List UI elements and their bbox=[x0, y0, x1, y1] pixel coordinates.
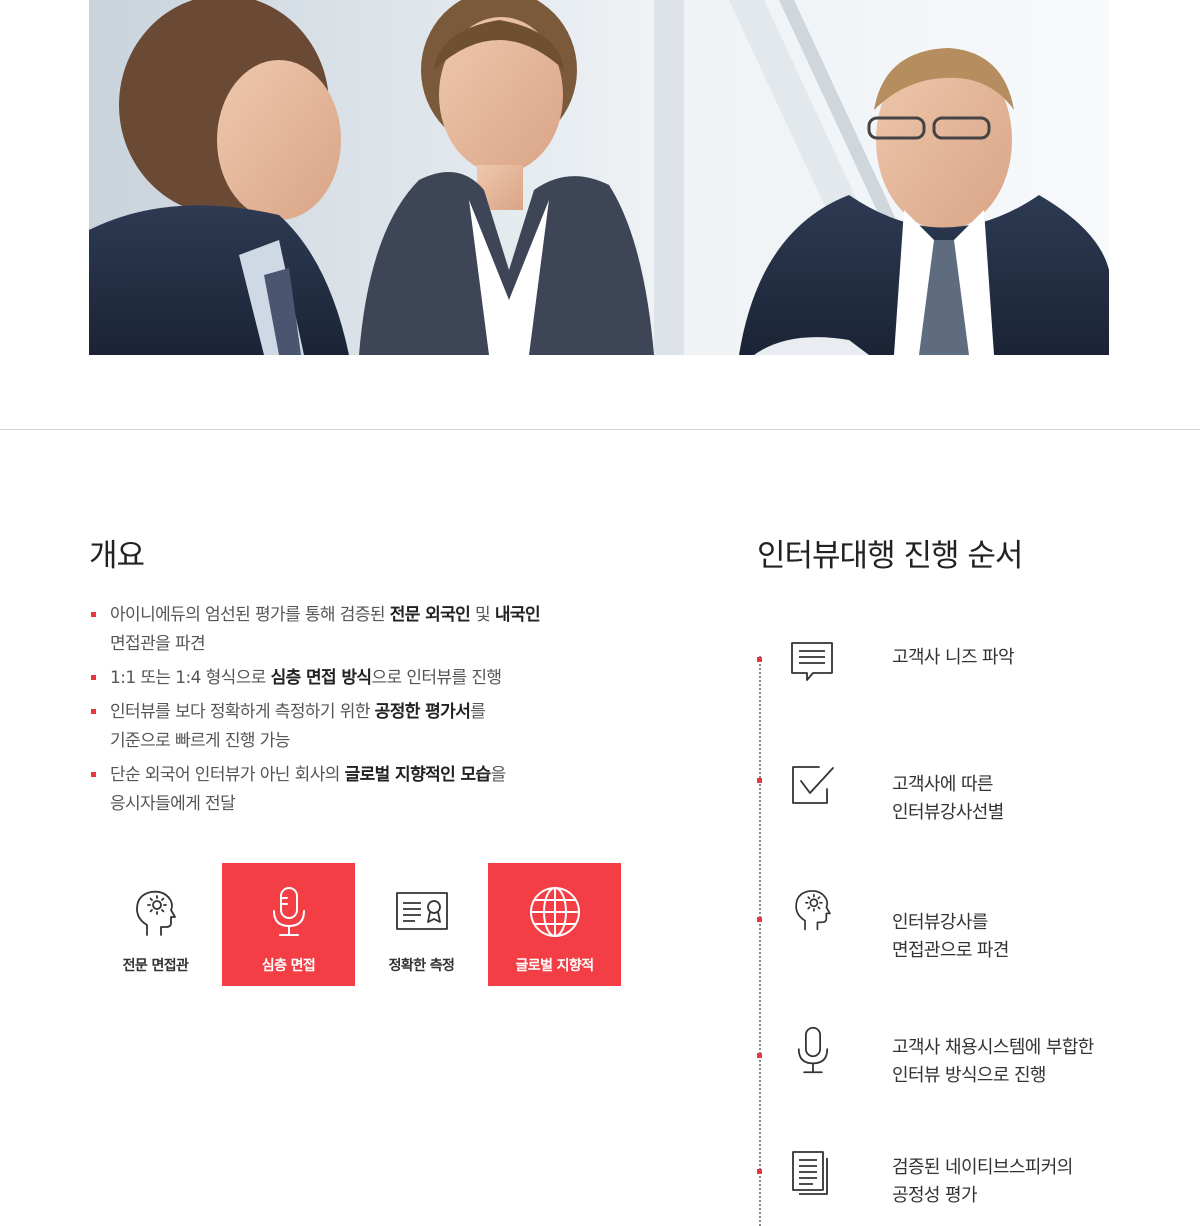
section-divider bbox=[0, 429, 1200, 430]
feature-in-depth-interview: 심층 면접 bbox=[222, 863, 355, 986]
feature-label: 심층 면접 bbox=[261, 958, 316, 974]
checkbox-icon bbox=[789, 763, 837, 811]
timeline-dot bbox=[757, 657, 762, 662]
bullet-text: 인터뷰를 보다 정확하게 측정하기 위한 bbox=[110, 702, 375, 722]
bullet-emphasis: 심층 면접 방식 bbox=[270, 668, 372, 688]
bullet-emphasis: 공정한 평가서 bbox=[374, 702, 471, 722]
bullet-text: 및 bbox=[470, 605, 495, 625]
step-text: 고객사에 따른 인터뷰강사선별 bbox=[892, 771, 1152, 827]
feature-expert-interviewer: 전문 면접관 bbox=[89, 863, 222, 986]
hero-photo bbox=[89, 0, 1109, 355]
overview-title: 개요 bbox=[89, 538, 145, 574]
timeline-dot bbox=[757, 917, 762, 922]
feature-label: 전문 면접관 bbox=[122, 958, 189, 974]
feature-global-oriented: 글로벌 지향적 bbox=[488, 863, 621, 986]
bullet-text: 아이니에듀의 엄선된 평가를 통해 검증된 bbox=[110, 605, 390, 625]
process-title: 인터뷰대행 진행 순서 bbox=[757, 538, 1023, 574]
step-line: 고객사 채용시스템에 부합한 bbox=[892, 1037, 1094, 1058]
list-item: 1:1 또는 1:4 형식으로 심층 면접 방식으로 인터뷰를 진행 bbox=[89, 664, 649, 693]
step-line: 공정성 평가 bbox=[892, 1185, 978, 1206]
feature-accurate-measurement: 정확한 측정 bbox=[355, 863, 488, 986]
feature-row: 전문 면접관 심층 면접 정확한 측정 글로벌 지향적 bbox=[89, 863, 621, 986]
overview-bullet-list: 아이니에듀의 엄선된 평가를 통해 검증된 전문 외국인 및 내국인면접관을 파… bbox=[89, 601, 649, 824]
head-gear-icon bbox=[789, 885, 837, 933]
microphone-icon bbox=[262, 885, 316, 939]
bullet-text: 으로 인터뷰를 진행 bbox=[371, 668, 502, 688]
step-text: 고객사 채용시스템에 부합한 인터뷰 방식으로 진행 bbox=[892, 1034, 1152, 1090]
step-line: 인터뷰 방식으로 진행 bbox=[892, 1065, 1046, 1086]
timeline-dot bbox=[757, 778, 762, 783]
certificate-icon bbox=[395, 885, 449, 939]
timeline-dot bbox=[757, 1053, 762, 1058]
timeline-line bbox=[759, 656, 761, 1226]
bullet-text: 응시자들에게 전달 bbox=[110, 794, 236, 814]
feature-label: 글로벌 지향적 bbox=[515, 958, 595, 974]
step-line: 인터뷰강사선별 bbox=[892, 802, 1004, 823]
globe-icon bbox=[528, 885, 582, 939]
step-line: 검증된 네이티브스피커의 bbox=[892, 1157, 1073, 1178]
list-item: 아이니에듀의 엄선된 평가를 통해 검증된 전문 외국인 및 내국인면접관을 파… bbox=[89, 601, 649, 659]
bullet-emphasis: 내국인 bbox=[494, 605, 541, 625]
bullet-emphasis: 글로벌 지향적인 모습 bbox=[344, 765, 492, 785]
bullet-text: 단순 외국어 인터뷰가 아닌 회사의 bbox=[110, 765, 345, 785]
list-item: 인터뷰를 보다 정확하게 측정하기 위한 공정한 평가서를기준으로 빠르게 진행… bbox=[89, 698, 649, 756]
step-line: 면접관으로 파견 bbox=[892, 940, 1009, 961]
document-icon bbox=[789, 1150, 837, 1198]
microphone-icon bbox=[789, 1026, 837, 1074]
step-text: 고객사 니즈 파악 bbox=[892, 644, 1152, 672]
hero-illustration bbox=[89, 0, 1109, 355]
bullet-text: 1:1 또는 1:4 형식으로 bbox=[110, 668, 271, 688]
head-gear-icon bbox=[129, 885, 183, 939]
bullet-text: 을 bbox=[490, 765, 507, 785]
step-text: 검증된 네이티브스피커의 공정성 평가 bbox=[892, 1154, 1152, 1210]
feature-label: 정확한 측정 bbox=[388, 958, 455, 974]
timeline-dot bbox=[757, 1169, 762, 1174]
step-line: 고객사에 따른 bbox=[892, 774, 993, 795]
step-line: 인터뷰강사를 bbox=[892, 912, 988, 933]
list-item: 단순 외국어 인터뷰가 아닌 회사의 글로벌 지향적인 모습을응시자들에게 전달 bbox=[89, 761, 649, 819]
bullet-text: 기준으로 빠르게 진행 가능 bbox=[110, 731, 290, 751]
bullet-text: 를 bbox=[470, 702, 486, 722]
bullet-emphasis: 전문 외국인 bbox=[389, 605, 471, 625]
bullet-text: 면접관을 파견 bbox=[110, 634, 206, 654]
chat-bubble-icon bbox=[789, 640, 837, 688]
step-line: 고객사 니즈 파악 bbox=[892, 647, 1015, 668]
step-text: 인터뷰강사를 면접관으로 파견 bbox=[892, 909, 1152, 965]
